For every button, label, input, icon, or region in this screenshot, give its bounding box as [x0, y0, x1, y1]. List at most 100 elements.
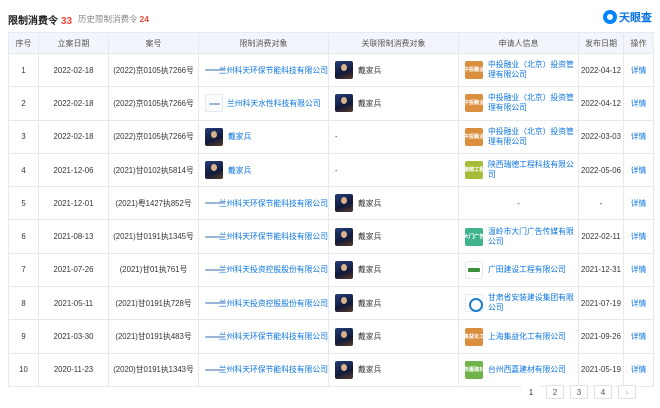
- page-button[interactable]: 2: [546, 385, 564, 399]
- action-cell: 详情: [623, 119, 654, 154]
- applicant-cell: 中投融业 中投融业（北京）投资管理有限公司: [458, 52, 579, 88]
- restricted-party-link[interactable]: 戴家兵: [228, 165, 251, 176]
- publish-date: 2021-07-19: [578, 286, 624, 321]
- details-link[interactable]: 详情: [631, 199, 647, 208]
- details-link[interactable]: 详情: [631, 365, 647, 374]
- row-number: 2: [8, 86, 39, 121]
- publish-date: 2021-09-26: [578, 319, 624, 354]
- related-party: 戴家兵: [335, 294, 458, 313]
- filing-date: 2022-02-18: [38, 119, 109, 154]
- restricted-party: 戴家兵: [205, 127, 328, 146]
- person-avatar: [205, 127, 223, 146]
- person-avatar: [335, 294, 353, 313]
- table-row: 7 2021-07-26 (2021)甘01执761号 兰州科天投资控股股份有限公司 戴…: [8, 252, 654, 288]
- related-party: 戴家兵: [335, 360, 458, 379]
- details-link[interactable]: 详情: [631, 66, 647, 75]
- restriction-table: 序号 立案日期 案号 限制消费对象 关联限制消费对象 申请人信息 发布日期 操作 1 2022-…: [8, 32, 654, 387]
- publish-date: 2022-03-03: [578, 119, 624, 154]
- restricted-party: 兰州科天环保节能科技有限公司: [205, 231, 328, 242]
- company-logo: 大门广告: [464, 227, 484, 246]
- applicant-link[interactable]: 台州西嘉建材有限公司: [488, 365, 566, 375]
- applicant-cell: 西嘉建材 台州西嘉建材有限公司: [458, 352, 579, 387]
- related-party-name[interactable]: 戴家兵: [358, 231, 381, 242]
- row-number: 5: [8, 186, 39, 221]
- tab-restriction-orders[interactable]: 限制消费令 33: [8, 12, 72, 27]
- publish-date: 2022-02-11: [578, 219, 624, 254]
- applicant-link[interactable]: 温岭市大门广告传媒有限公司: [488, 227, 578, 247]
- company-logo: 中投融业: [464, 61, 484, 80]
- filing-date: 2021-03-30: [38, 319, 109, 354]
- eye-logo-icon: [603, 10, 617, 24]
- related-party-cell: 戴家兵: [328, 319, 459, 354]
- applicant-link[interactable]: 中投融业（北京）投资管理有限公司: [488, 93, 578, 113]
- company-logo: 中投融业: [464, 127, 484, 146]
- column-header: 立案日期: [38, 32, 109, 54]
- restricted-party: 戴家兵: [205, 161, 328, 180]
- brand-logo: 天眼查: [603, 9, 652, 25]
- details-link[interactable]: 详情: [631, 265, 647, 274]
- action-cell: 详情: [623, 219, 654, 254]
- related-party-name[interactable]: 戴家兵: [358, 364, 381, 375]
- related-party-name[interactable]: 戴家兵: [358, 98, 381, 109]
- row-number: 7: [8, 252, 39, 288]
- details-link[interactable]: 详情: [631, 232, 647, 241]
- person-avatar: [335, 194, 353, 213]
- details-link[interactable]: 详情: [631, 166, 647, 175]
- restricted-party-link[interactable]: 兰州科天环保节能科技有限公司: [219, 198, 328, 209]
- action-cell: 详情: [623, 319, 654, 354]
- related-party-cell: 戴家兵: [328, 86, 459, 121]
- applicant-link[interactable]: 甘肃省安装建设集团有限公司: [488, 293, 578, 313]
- action-cell: 详情: [623, 152, 654, 188]
- page-button[interactable]: 1: [522, 385, 540, 399]
- company-logo: [465, 294, 483, 313]
- applicant-link[interactable]: 中投融业（北京）投资管理有限公司: [488, 127, 578, 147]
- restricted-party-link[interactable]: 兰州科天环保节能科技有限公司: [219, 65, 328, 76]
- applicant-link[interactable]: 广田建设工程有限公司: [488, 265, 566, 275]
- column-header: 序号: [8, 32, 39, 54]
- related-party-name[interactable]: 戴家兵: [358, 65, 381, 76]
- related-party-cell: 戴家兵: [328, 219, 459, 254]
- page-button[interactable]: 3: [570, 385, 588, 399]
- related-party-name[interactable]: 戴家兵: [358, 264, 381, 275]
- company-logo: [465, 260, 483, 279]
- applicant: 西嘉建材 台州西嘉建材有限公司: [464, 360, 578, 379]
- details-link[interactable]: 详情: [631, 132, 647, 141]
- filing-date: 2021-05-11: [38, 286, 109, 321]
- column-header: 案号: [108, 32, 199, 54]
- restricted-party-link[interactable]: 兰州科天水性科技有限公司: [227, 98, 321, 109]
- details-link[interactable]: 详情: [631, 332, 647, 341]
- table-row: 2 2022-02-18 (2022)京0105执7266号 兰州科天水性科技有限公司…: [8, 86, 654, 121]
- restricted-party-link[interactable]: 兰州科天环保节能科技有限公司: [219, 231, 328, 242]
- publish-date: 2022-05-06: [578, 152, 624, 188]
- applicant: 甘肃省安装建设集团有限公司: [465, 293, 578, 313]
- company-logo: [205, 299, 225, 307]
- restricted-party-cell: 兰州科天环保节能科技有限公司: [198, 186, 329, 221]
- restricted-party-link[interactable]: 兰州科天环保节能科技有限公司: [219, 364, 328, 375]
- restricted-party: 兰州科天环保节能科技有限公司: [205, 65, 328, 76]
- applicant-link[interactable]: 中投融业（北京）投资管理有限公司: [488, 60, 578, 80]
- page-button[interactable]: 4: [594, 385, 612, 399]
- publish-date: 2022-04-12: [578, 52, 624, 88]
- case-number: (2021)甘01执761号: [108, 252, 199, 288]
- next-page-button[interactable]: ›: [618, 385, 636, 399]
- person-avatar: [335, 260, 353, 279]
- action-cell: 详情: [623, 186, 654, 221]
- person-avatar: [335, 227, 353, 246]
- restricted-party-link[interactable]: 兰州科天投资控股股份有限公司: [219, 298, 328, 309]
- related-party-name[interactable]: 戴家兵: [358, 298, 381, 309]
- related-party-name[interactable]: 戴家兵: [358, 198, 381, 209]
- table-row: 4 2021-12-06 (2021)甘0102执5814号 戴家兵 - 瑞德工程 陕西瑞德…: [8, 152, 654, 188]
- case-number: (2022)京0105执7266号: [108, 52, 199, 88]
- restricted-party-link[interactable]: 兰州科天投资控股股份有限公司: [219, 264, 328, 275]
- details-link[interactable]: 详情: [631, 99, 647, 108]
- related-party-name[interactable]: 戴家兵: [358, 331, 381, 342]
- details-link[interactable]: 详情: [631, 299, 647, 308]
- column-header: 限制消费对象: [198, 32, 329, 54]
- company-logo: [205, 94, 223, 113]
- applicant-link[interactable]: 陕西瑞德工程科技有限公司: [488, 160, 578, 180]
- restricted-party-link[interactable]: 戴家兵: [228, 131, 251, 142]
- tab-history-orders[interactable]: 历史限制消费令 24: [78, 13, 149, 25]
- case-number: (2022)京0105执7266号: [108, 119, 199, 154]
- restricted-party-link[interactable]: 兰州科天环保节能科技有限公司: [219, 331, 328, 342]
- applicant-link[interactable]: 上海集益化工有限公司: [488, 332, 566, 342]
